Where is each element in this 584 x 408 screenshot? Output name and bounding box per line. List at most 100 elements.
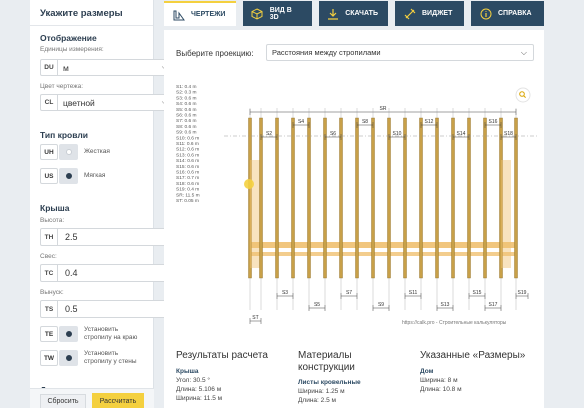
offset-code: TS <box>41 301 58 317</box>
settings-sidebar: Укажите размеры Отображение Единицы изме… <box>30 0 173 408</box>
dimension-label: S12 <box>425 119 434 125</box>
top-tabs: ЧЕРТЕЖИ ВИД В 3D СКАЧАТЬ ВИДЖЕТ СПРАВКА <box>164 1 551 26</box>
tab-drawings[interactable]: ЧЕРТЕЖИ <box>164 1 236 26</box>
edge-checkbox[interactable] <box>59 326 78 343</box>
tab-label: СКАЧАТЬ <box>345 10 378 17</box>
offset-input[interactable]: TS 0.5 <box>40 300 173 318</box>
toggle-edge[interactable]: TE Установить стропилу на краю <box>40 326 144 343</box>
rafter <box>419 117 423 279</box>
legend-entry: S7: 0.6 m <box>176 118 197 124</box>
toggle-rigid[interactable]: UH Жесткая <box>40 144 110 160</box>
color-select[interactable]: CL цветной ⌵ <box>40 94 173 111</box>
rigid-label: Жесткая <box>84 147 110 155</box>
rafter-highlight <box>250 160 260 268</box>
rigid-code: UH <box>40 144 58 160</box>
units-value: м <box>63 62 69 73</box>
results-column-3: Указанные «Размеры» Дом Ширина: 8 м Длин… <box>420 350 530 393</box>
projection-label: Выберите проекцию: <box>176 49 254 58</box>
dimension-label: S15 <box>473 290 482 296</box>
rafter-drawing[interactable]: S1: 0.4 mS2: 0.3 mS3: 0.6 mS4: 0.6 mS5: … <box>164 78 544 340</box>
height-input[interactable]: TH 2.5 <box>40 228 173 246</box>
rafter <box>387 117 391 279</box>
result-line: Длина: 5.106 м <box>176 385 222 393</box>
projection-value: Расстояния между стропилами <box>272 48 381 57</box>
section-roof: Крыша <box>40 203 70 213</box>
rafter-highlight <box>501 160 511 268</box>
sidebar-title: Укажите размеры <box>30 0 153 26</box>
wall-code: TW <box>40 350 58 367</box>
dimension-label: S18 <box>504 131 513 137</box>
tab-3d-view[interactable]: ВИД В 3D <box>243 1 312 26</box>
support-beam <box>249 242 517 248</box>
rafter <box>275 117 279 279</box>
tab-help[interactable]: СПРАВКА <box>471 1 544 26</box>
dimension-label: S19 <box>518 290 527 296</box>
units-code: DU <box>41 60 58 75</box>
dimension-label: S3 <box>282 290 288 296</box>
dimension-label: SR <box>380 106 387 112</box>
legend-entry: S9: 0.6 m <box>176 130 197 136</box>
credit-text: https://calk.pro - Строительные калькуля… <box>402 320 507 326</box>
rafter <box>355 117 359 279</box>
rafter <box>403 117 407 279</box>
dimension-label: S7 <box>346 290 352 296</box>
color-code: CL <box>41 95 58 110</box>
rafter <box>483 117 487 279</box>
reset-button[interactable]: Сбросить <box>40 394 86 408</box>
color-value: цветной <box>63 97 95 108</box>
legend-entry: S15: 0.6 m <box>176 164 199 170</box>
results-heading: Результаты расчета <box>176 350 268 361</box>
tab-widget[interactable]: ВИДЖЕТ <box>395 1 464 26</box>
legend-entry: S8: 0.6 m <box>176 124 197 130</box>
blueprint-icon <box>172 8 185 21</box>
download-icon <box>327 7 339 20</box>
dimension-label: S9 <box>378 302 384 308</box>
rafters <box>224 117 539 279</box>
section-display: Отображение <box>40 33 97 43</box>
calculate-button[interactable]: Рассчитать <box>92 393 144 408</box>
legend-entry: S4: 0.6 m <box>176 101 197 107</box>
cube-icon <box>251 7 264 20</box>
toggle-soft[interactable]: US Мягкая <box>40 168 105 184</box>
rafter <box>514 117 518 279</box>
dimension-label: S4 <box>298 119 304 125</box>
soft-radio[interactable] <box>59 168 78 184</box>
zoom-button[interactable] <box>515 87 531 103</box>
rafter <box>307 117 311 279</box>
wall-checkbox[interactable] <box>59 350 78 367</box>
section-roof-type: Тип кровли <box>40 130 88 140</box>
tab-download[interactable]: СКАЧАТЬ <box>319 1 388 26</box>
legend-entry: S19: 0.4 m <box>176 187 199 193</box>
overhang-input[interactable]: TC 0.4 <box>40 264 173 282</box>
edge-label: Установить стропилу на краю <box>84 326 138 342</box>
info-icon <box>479 7 492 20</box>
dimension-label: S5 <box>314 302 320 308</box>
rafter <box>259 117 263 279</box>
tab-label: ЧЕРТЕЖИ <box>191 11 226 18</box>
dimension-label: S14 <box>457 131 466 137</box>
height-code: TH <box>41 229 58 245</box>
result-line: Длина: 2.5 м <box>298 397 336 404</box>
legend-entry: S10: 0.6 m <box>176 135 199 141</box>
offset-value: 0.5 <box>65 304 78 314</box>
rafter <box>467 117 471 279</box>
dimension-label: S17 <box>489 302 498 308</box>
sidebar-actions: Сбросить Рассчитать <box>30 388 154 408</box>
legend-entry: S5: 0.6 m <box>176 107 197 113</box>
rigid-radio[interactable] <box>59 144 78 160</box>
height-value: 2.5 <box>65 232 78 242</box>
legend-entry: S18: 0.6 m <box>176 181 199 187</box>
overhang-value: 0.4 <box>65 268 78 278</box>
dimension-label: S10 <box>393 131 402 137</box>
rafter <box>291 117 295 279</box>
cursor-highlight <box>244 179 254 189</box>
legend-entry: S3: 0.6 m <box>176 95 197 101</box>
units-select[interactable]: DU м ⌵ <box>40 59 173 76</box>
dimension-label: S6 <box>330 131 336 137</box>
toggle-wall[interactable]: TW Установить стропилу у стены <box>40 350 144 367</box>
dimension-label: S2 <box>266 131 272 137</box>
legend-entry: S13: 0.6 m <box>176 152 199 158</box>
legend-entry: S1: 0.4 m <box>176 84 197 90</box>
projection-select[interactable]: Расстояния между стропилами ⌵ <box>266 44 534 61</box>
rafter <box>435 117 439 279</box>
